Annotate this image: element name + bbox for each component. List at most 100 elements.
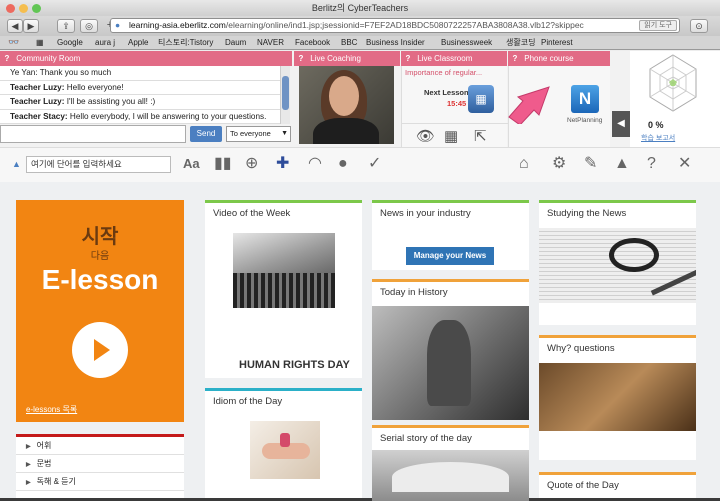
manage-news-button[interactable]: Manage your News	[406, 247, 494, 265]
eye-icon[interactable]: 👁	[416, 127, 435, 145]
bookmark-businessweek[interactable]: Businessweek	[441, 36, 492, 49]
card-title: News in your industry	[380, 208, 471, 219]
video-thumbnail[interactable]	[233, 233, 335, 308]
menu-item-label: 문법	[36, 459, 52, 468]
idiom-card[interactable]: Idiom of the Day	[205, 388, 362, 498]
speech-bubble-icon[interactable]: ●	[338, 154, 348, 174]
grammar-check-icon[interactable]: ✓	[368, 154, 381, 174]
graduation-cap-icon[interactable]: ▲	[614, 154, 630, 174]
coaching-title: Live Coaching	[310, 54, 361, 63]
triangle-right-icon: ▶	[26, 462, 31, 468]
bookmark-apple[interactable]: Apple	[128, 36, 148, 49]
elesson-menu-item[interactable]: ▶ 문법	[16, 455, 184, 473]
help-icon[interactable]: ?	[401, 51, 415, 66]
report-link[interactable]: 학습 보고서	[641, 133, 675, 143]
triangle-right-icon: ▶	[26, 444, 31, 450]
chat-speaker: Teacher Luzy:	[10, 82, 65, 92]
help-icon[interactable]: ?	[647, 154, 656, 174]
studying-news-card[interactable]: Studying the News	[539, 200, 696, 325]
elesson-menu-item[interactable]: ▶ 독해 & 듣기	[16, 473, 184, 491]
statue	[427, 320, 471, 406]
classroom-title: Live Classroom	[417, 54, 473, 63]
uk-flag-icon[interactable]: ✚	[276, 154, 289, 174]
idiom-image	[250, 421, 320, 479]
bookmark-google[interactable]: Google	[57, 36, 83, 49]
bookmark-pinterest[interactable]: Pinterest	[541, 36, 573, 49]
close-window-button[interactable]	[6, 4, 15, 13]
play-button[interactable]	[72, 322, 128, 378]
quote-card[interactable]: Quote of the Day	[539, 472, 696, 498]
reading-list-icon[interactable]: 👓	[8, 36, 19, 49]
chat-input[interactable]	[0, 125, 186, 143]
chat-scroll-thumb[interactable]	[282, 76, 289, 110]
forward-button[interactable]: ▶	[23, 19, 39, 33]
bookmark-naver[interactable]: NAVER	[257, 36, 284, 49]
headset-icon[interactable]: ◠	[308, 154, 322, 174]
recipient-select[interactable]: To everyone ▼	[226, 126, 291, 142]
community-title: Community Room	[16, 54, 81, 63]
books-icon[interactable]: ▮▮	[214, 154, 232, 174]
back-button[interactable]: ◀	[7, 19, 23, 33]
downloads-button[interactable]: ⊙	[690, 19, 708, 33]
classroom-app-icon[interactable]: ▦	[468, 85, 494, 113]
chevron-down-icon: ▼	[281, 130, 288, 137]
home-icon[interactable]: ⌂	[519, 154, 529, 174]
elesson-list-link[interactable]: e-lessons 목록	[26, 404, 77, 415]
zoom-window-button[interactable]	[32, 4, 41, 13]
dictionary-search-input[interactable]: 여기에 단어를 입력하세요	[26, 156, 171, 173]
chat-speaker: Ye Yan:	[10, 68, 38, 77]
elesson-menu-item[interactable]: ▶ 어휘	[16, 437, 184, 455]
bookmark-coding[interactable]: 생활코딩	[506, 36, 535, 49]
help-icon[interactable]: ?	[294, 51, 308, 66]
chat-log: Ye Yan: Thank you so much Teacher Luzy: …	[0, 66, 290, 124]
card-title: Why? questions	[547, 343, 615, 354]
address-bar[interactable]: ● learning-asia.eberlitz.com/elearning/o…	[110, 18, 680, 33]
news-card[interactable]: News in your industry Manage your News	[372, 200, 529, 270]
progress-percent: 0 %	[648, 120, 664, 130]
bookmark-daum[interactable]: Daum	[225, 36, 246, 49]
sidebar-toggle-button[interactable]: ◎	[80, 19, 98, 33]
external-link-icon[interactable]: ⇱	[474, 127, 487, 145]
calendar-icon[interactable]: ▦	[444, 127, 458, 145]
video-of-the-week-card[interactable]: Video of the Week HUMAN RIGHTS DAY	[205, 200, 362, 378]
reader-button[interactable]: 읽기 도구	[639, 20, 677, 31]
collapse-panel-button[interactable]: ◀	[612, 111, 630, 137]
polish-bottle	[280, 433, 290, 447]
type-blocks-image	[539, 363, 696, 431]
help-icon[interactable]: ?	[0, 51, 14, 66]
chat-scrollbar[interactable]	[280, 66, 290, 124]
card-title: Serial story of the day	[380, 433, 472, 444]
pencil-icon[interactable]: ✎	[584, 154, 597, 174]
netplanning-icon[interactable]: N	[571, 85, 599, 113]
help-icon[interactable]: ?	[508, 51, 522, 66]
url-path: /elearning/online/ind1.jsp;jsessionid=F7…	[225, 20, 584, 30]
gear-icon[interactable]: ⚙	[552, 154, 566, 174]
korean-flag-icon[interactable]: ⊕	[245, 154, 258, 174]
serial-story-card[interactable]: Serial story of the day	[372, 425, 529, 501]
why-questions-card[interactable]: Why? questions	[539, 335, 696, 460]
bookmark-business-insider[interactable]: Business Insider	[366, 36, 425, 49]
bookmark-facebook[interactable]: Facebook	[295, 36, 330, 49]
font-size-icon[interactable]: Aa	[183, 154, 200, 174]
minimize-window-button[interactable]	[19, 4, 28, 13]
bookmark-bbc[interactable]: BBC	[341, 36, 357, 49]
share-button[interactable]: ⇪	[57, 19, 75, 33]
classroom-actions: 👁 ▦ ⇱	[402, 123, 508, 147]
close-icon[interactable]: ✕	[678, 154, 691, 174]
triangle-up-icon[interactable]: ▲	[12, 159, 21, 169]
elesson-tile[interactable]: 시작 다음 E-lesson e-lessons 목록	[16, 200, 184, 422]
today-in-history-card[interactable]: Today in History	[372, 279, 529, 420]
main-content: 시작 다음 E-lesson e-lessons 목록 ▶ 어휘 ▶ 문법 ▶ 독해 …	[0, 182, 720, 501]
pink-arrow	[508, 86, 550, 124]
card-title: Idiom of the Day	[213, 396, 283, 407]
play-icon	[94, 339, 110, 361]
phone-header: ? Phone course	[508, 51, 610, 66]
bookmark-aura[interactable]: aura j	[95, 36, 115, 49]
chat-message: Teacher Luzy: Hello everyone!	[0, 81, 289, 95]
lesson-topic[interactable]: Importance of regular...	[405, 68, 482, 77]
coach-video[interactable]	[299, 66, 394, 144]
send-button[interactable]: Send	[190, 126, 222, 142]
bookmark-tistory[interactable]: 티스토리:Tistory	[158, 36, 213, 49]
menu-item-label: 어휘	[36, 441, 52, 450]
bookmarks-grid-icon[interactable]: ▦	[36, 36, 44, 49]
